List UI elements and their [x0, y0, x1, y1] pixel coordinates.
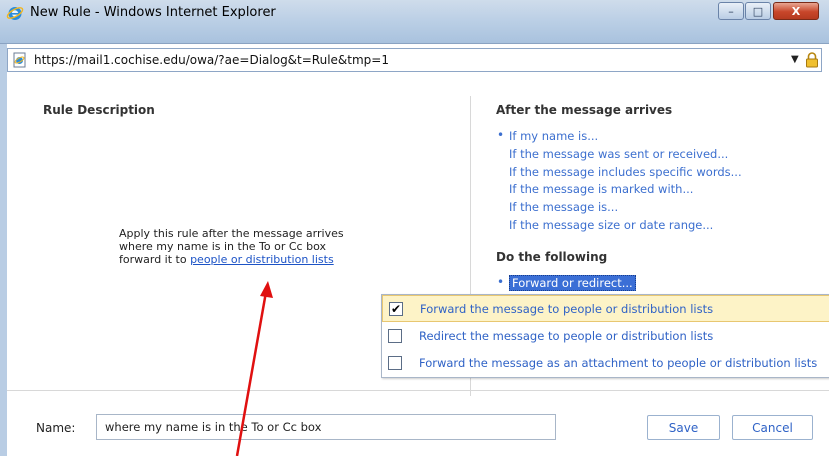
url-text[interactable]: https://mail1.cochise.edu/owa/?ae=Dialog…: [34, 53, 389, 67]
menu-item-forward-attachment-label[interactable]: Forward the message as an attachment to …: [419, 356, 817, 370]
maximize-button[interactable]: □: [745, 2, 771, 20]
condition-marked-with[interactable]: If the message is marked with...: [496, 182, 742, 200]
forward-attachment-checkbox[interactable]: [388, 356, 402, 370]
window-title: New Rule - Windows Internet Explorer: [30, 5, 276, 20]
window-frame-edge: [0, 44, 7, 456]
rule-description-heading: Rule Description: [43, 103, 155, 117]
cancel-button[interactable]: Cancel: [732, 415, 813, 440]
rule-line-2: where my name is in the To or Cc box: [119, 240, 326, 253]
close-button[interactable]: X: [773, 2, 819, 20]
condition-size-or-date[interactable]: If the message size or date range...: [496, 218, 742, 236]
save-button[interactable]: Save: [647, 415, 720, 440]
condition-specific-words[interactable]: If the message includes specific words..…: [496, 165, 742, 183]
minimize-button[interactable]: –: [718, 2, 744, 20]
footer-divider: [7, 390, 829, 391]
condition-if-my-name-is[interactable]: If my name is...: [496, 128, 742, 147]
condition-sent-or-received[interactable]: If the message was sent or received...: [496, 147, 742, 165]
rule-line-1: Apply this rule after the message arrive…: [119, 227, 344, 240]
forward-checkbox[interactable]: ✔: [389, 302, 403, 316]
rule-name-input[interactable]: [96, 414, 556, 440]
action-forward-or-redirect-label[interactable]: Forward or redirect...: [509, 275, 636, 291]
chevron-down-icon[interactable]: ▼: [791, 54, 799, 65]
address-bar[interactable]: https://mail1.cochise.edu/owa/?ae=Dialog…: [7, 48, 822, 72]
rule-dialog: Rule Description Apply this rule after t…: [7, 80, 829, 456]
lock-icon[interactable]: [805, 52, 819, 68]
redirect-checkbox[interactable]: [388, 329, 402, 343]
rule-line-3: forward it to people or distribution lis…: [119, 253, 344, 266]
menu-item-forward[interactable]: ✔ Forward the message to people or distr…: [382, 295, 829, 322]
conditions-heading: After the message arrives: [496, 103, 673, 117]
menu-item-forward-attachment[interactable]: Forward the message as an attachment to …: [382, 350, 829, 377]
name-label: Name:: [36, 421, 76, 435]
menu-item-redirect-label[interactable]: Redirect the message to people or distri…: [419, 329, 713, 343]
condition-message-is[interactable]: If the message is...: [496, 200, 742, 218]
menu-item-forward-label[interactable]: Forward the message to people or distrib…: [420, 302, 713, 316]
conditions-list: If my name is... If the message was sent…: [496, 128, 742, 236]
actions-heading: Do the following: [496, 250, 608, 264]
window-title-bar: New Rule - Windows Internet Explorer – □…: [0, 0, 829, 44]
action-forward-or-redirect[interactable]: Forward or redirect...: [496, 275, 636, 291]
rule-line-3-prefix: forward it to: [119, 253, 191, 266]
menu-item-redirect[interactable]: Redirect the message to people or distri…: [382, 323, 829, 350]
rule-description-text: Apply this rule after the message arrive…: [119, 227, 344, 266]
page-icon: [13, 52, 26, 68]
people-or-distribution-lists-link[interactable]: people or distribution lists: [190, 253, 334, 266]
internet-explorer-icon: [6, 7, 24, 20]
forward-options-menu: ✔ Forward the message to people or distr…: [381, 294, 829, 378]
